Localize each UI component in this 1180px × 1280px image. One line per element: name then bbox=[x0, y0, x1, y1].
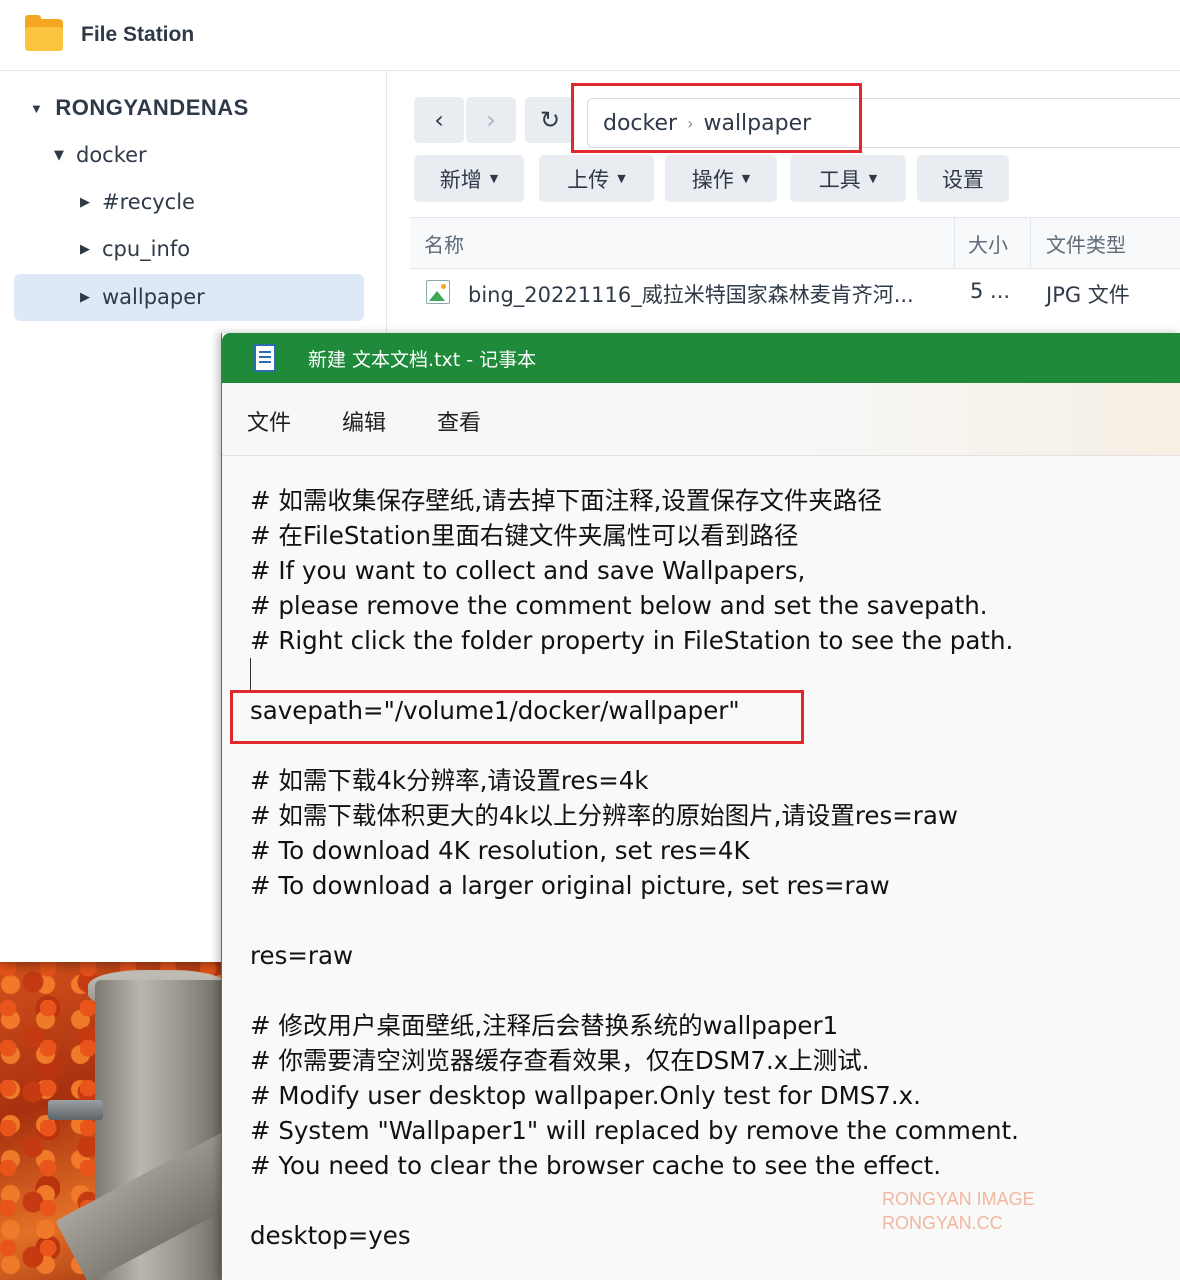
tree-item-recycle[interactable]: ▶ #recycle bbox=[80, 190, 195, 214]
settings-button[interactable]: 设置 bbox=[917, 155, 1009, 202]
caret-down-icon: ▼ bbox=[868, 172, 878, 185]
tree-item-docker[interactable]: ▼ docker bbox=[54, 143, 147, 167]
notepad-icon bbox=[254, 344, 276, 372]
refresh-button[interactable]: ↻ bbox=[525, 97, 575, 143]
column-divider bbox=[954, 218, 955, 268]
desktop-wallpaper bbox=[0, 960, 230, 1280]
file-name: bing_20221116_威拉米特国家森林麦肯齐河... bbox=[468, 283, 914, 307]
tree-item-root[interactable]: ▼ RONGYANDENAS bbox=[30, 95, 249, 121]
button-label: 上传 bbox=[567, 167, 610, 192]
caret-down-icon[interactable]: ▼ bbox=[54, 148, 64, 163]
create-button[interactable]: 新增 ▼ bbox=[414, 155, 524, 202]
text-line: # You need to clear the browser cache to… bbox=[250, 1151, 942, 1180]
notepad-titlebar[interactable]: 新建 文本文档.txt - 记事本 bbox=[222, 333, 1180, 383]
caret-right-icon[interactable]: ▶ bbox=[80, 290, 90, 305]
notepad-title: 新建 文本文档.txt - 记事本 bbox=[308, 348, 537, 371]
text-line: # Modify user desktop wallpaper.Only tes… bbox=[250, 1081, 921, 1110]
column-divider bbox=[1030, 218, 1031, 268]
upload-button[interactable]: 上传 ▼ bbox=[539, 155, 654, 202]
watermark-line: RONGYAN.CC bbox=[882, 1213, 1003, 1233]
file-size: 5 ... bbox=[970, 279, 1011, 303]
text-line: # To download a larger original picture,… bbox=[250, 871, 890, 900]
caret-down-icon: ▼ bbox=[617, 172, 626, 185]
tree-item-label: docker bbox=[76, 143, 147, 167]
menu-view[interactable]: 查看 bbox=[437, 405, 481, 437]
file-row[interactable]: bing_20221116_威拉米特国家森林麦肯齐河... 5 ... JPG … bbox=[410, 268, 1180, 316]
menu-file[interactable]: 文件 bbox=[247, 405, 291, 437]
res-line: res=raw bbox=[250, 941, 354, 970]
column-name[interactable]: 名称 bbox=[424, 218, 464, 268]
button-label: 操作 bbox=[691, 167, 734, 192]
tree-item-label: wallpaper bbox=[102, 285, 205, 309]
caret-right-icon[interactable]: ▶ bbox=[80, 242, 90, 257]
button-label: 新增 bbox=[439, 167, 482, 192]
file-station-header: File Station bbox=[0, 0, 1180, 71]
refresh-icon: ↻ bbox=[539, 106, 561, 134]
caret-down-icon: ▼ bbox=[489, 172, 499, 185]
caret-right-icon[interactable]: ▶ bbox=[80, 195, 90, 210]
tools-button[interactable]: 工具 ▼ bbox=[790, 155, 906, 202]
chevron-left-icon: ‹ bbox=[434, 106, 444, 134]
text-line: # System "Wallpaper1" will replaced by r… bbox=[250, 1116, 1019, 1145]
tree-item-label: cpu_info bbox=[102, 237, 191, 261]
text-line: # Right click the folder property in Fil… bbox=[250, 626, 1014, 655]
image-file-icon bbox=[426, 280, 450, 304]
folder-icon bbox=[25, 15, 63, 51]
caret-down-icon[interactable]: ▼ bbox=[30, 101, 43, 116]
text-line: # 你需要清空浏览器缓存查看效果，仅在DSM7.x上测试. bbox=[250, 1046, 870, 1075]
watermark: RONGYAN IMAGE RONGYAN.CC bbox=[882, 1187, 1035, 1235]
action-button[interactable]: 操作 ▼ bbox=[665, 155, 777, 202]
text-line: # 修改用户桌面壁纸,注释后会替换系统的wallpaper1 bbox=[250, 1011, 839, 1040]
file-type: JPG 文件 bbox=[1046, 283, 1130, 307]
savepath-highlight-box bbox=[230, 690, 804, 744]
forward-button[interactable]: › bbox=[466, 97, 516, 143]
tree-item-cpu-info[interactable]: ▶ cpu_info bbox=[80, 237, 190, 261]
text-line: # 如需下载4k分辨率,请设置res=4k bbox=[250, 766, 649, 795]
text-line: # 如需收集保存壁纸,请去掉下面注释,设置保存文件夹路径 bbox=[250, 486, 882, 515]
button-label: 设置 bbox=[942, 167, 984, 192]
column-type[interactable]: 文件类型 bbox=[1046, 218, 1126, 268]
back-button[interactable]: ‹ bbox=[414, 97, 464, 143]
text-line: # 在FileStation里面右键文件夹属性可以看到路径 bbox=[250, 521, 799, 550]
path-highlight-box bbox=[571, 83, 862, 153]
caret-down-icon: ▼ bbox=[741, 172, 751, 185]
desktop-line: desktop=yes bbox=[250, 1221, 411, 1250]
column-size[interactable]: 大小 bbox=[968, 218, 1008, 268]
tree-item-label: #recycle bbox=[102, 190, 195, 214]
button-label: 工具 bbox=[818, 167, 861, 192]
notepad-menubar: 文件 编辑 查看 bbox=[222, 383, 1180, 456]
tree-root-label: RONGYANDENAS bbox=[55, 95, 249, 120]
text-line: # 如需下载体积更大的4k以上分辨率的原始图片,请设置res=raw bbox=[250, 801, 958, 830]
tree-item-wallpaper[interactable]: ▶ wallpaper bbox=[80, 285, 205, 309]
text-cursor bbox=[250, 658, 251, 692]
text-line: # If you want to collect and save Wallpa… bbox=[250, 556, 806, 585]
chevron-right-icon: › bbox=[486, 106, 496, 134]
fence-bolt bbox=[48, 1100, 103, 1120]
file-list-header: 名称 大小 文件类型 bbox=[410, 217, 1180, 269]
app-title: File Station bbox=[81, 23, 195, 46]
text-line: # To download 4K resolution, set res=4K bbox=[250, 836, 750, 865]
text-line: # please remove the comment below and se… bbox=[250, 591, 988, 620]
menu-edit[interactable]: 编辑 bbox=[342, 405, 386, 437]
watermark-line: RONGYAN IMAGE bbox=[882, 1189, 1035, 1209]
notepad-window: 新建 文本文档.txt - 记事本 文件 编辑 查看 # 如需收集保存壁纸,请去… bbox=[221, 333, 1180, 1280]
